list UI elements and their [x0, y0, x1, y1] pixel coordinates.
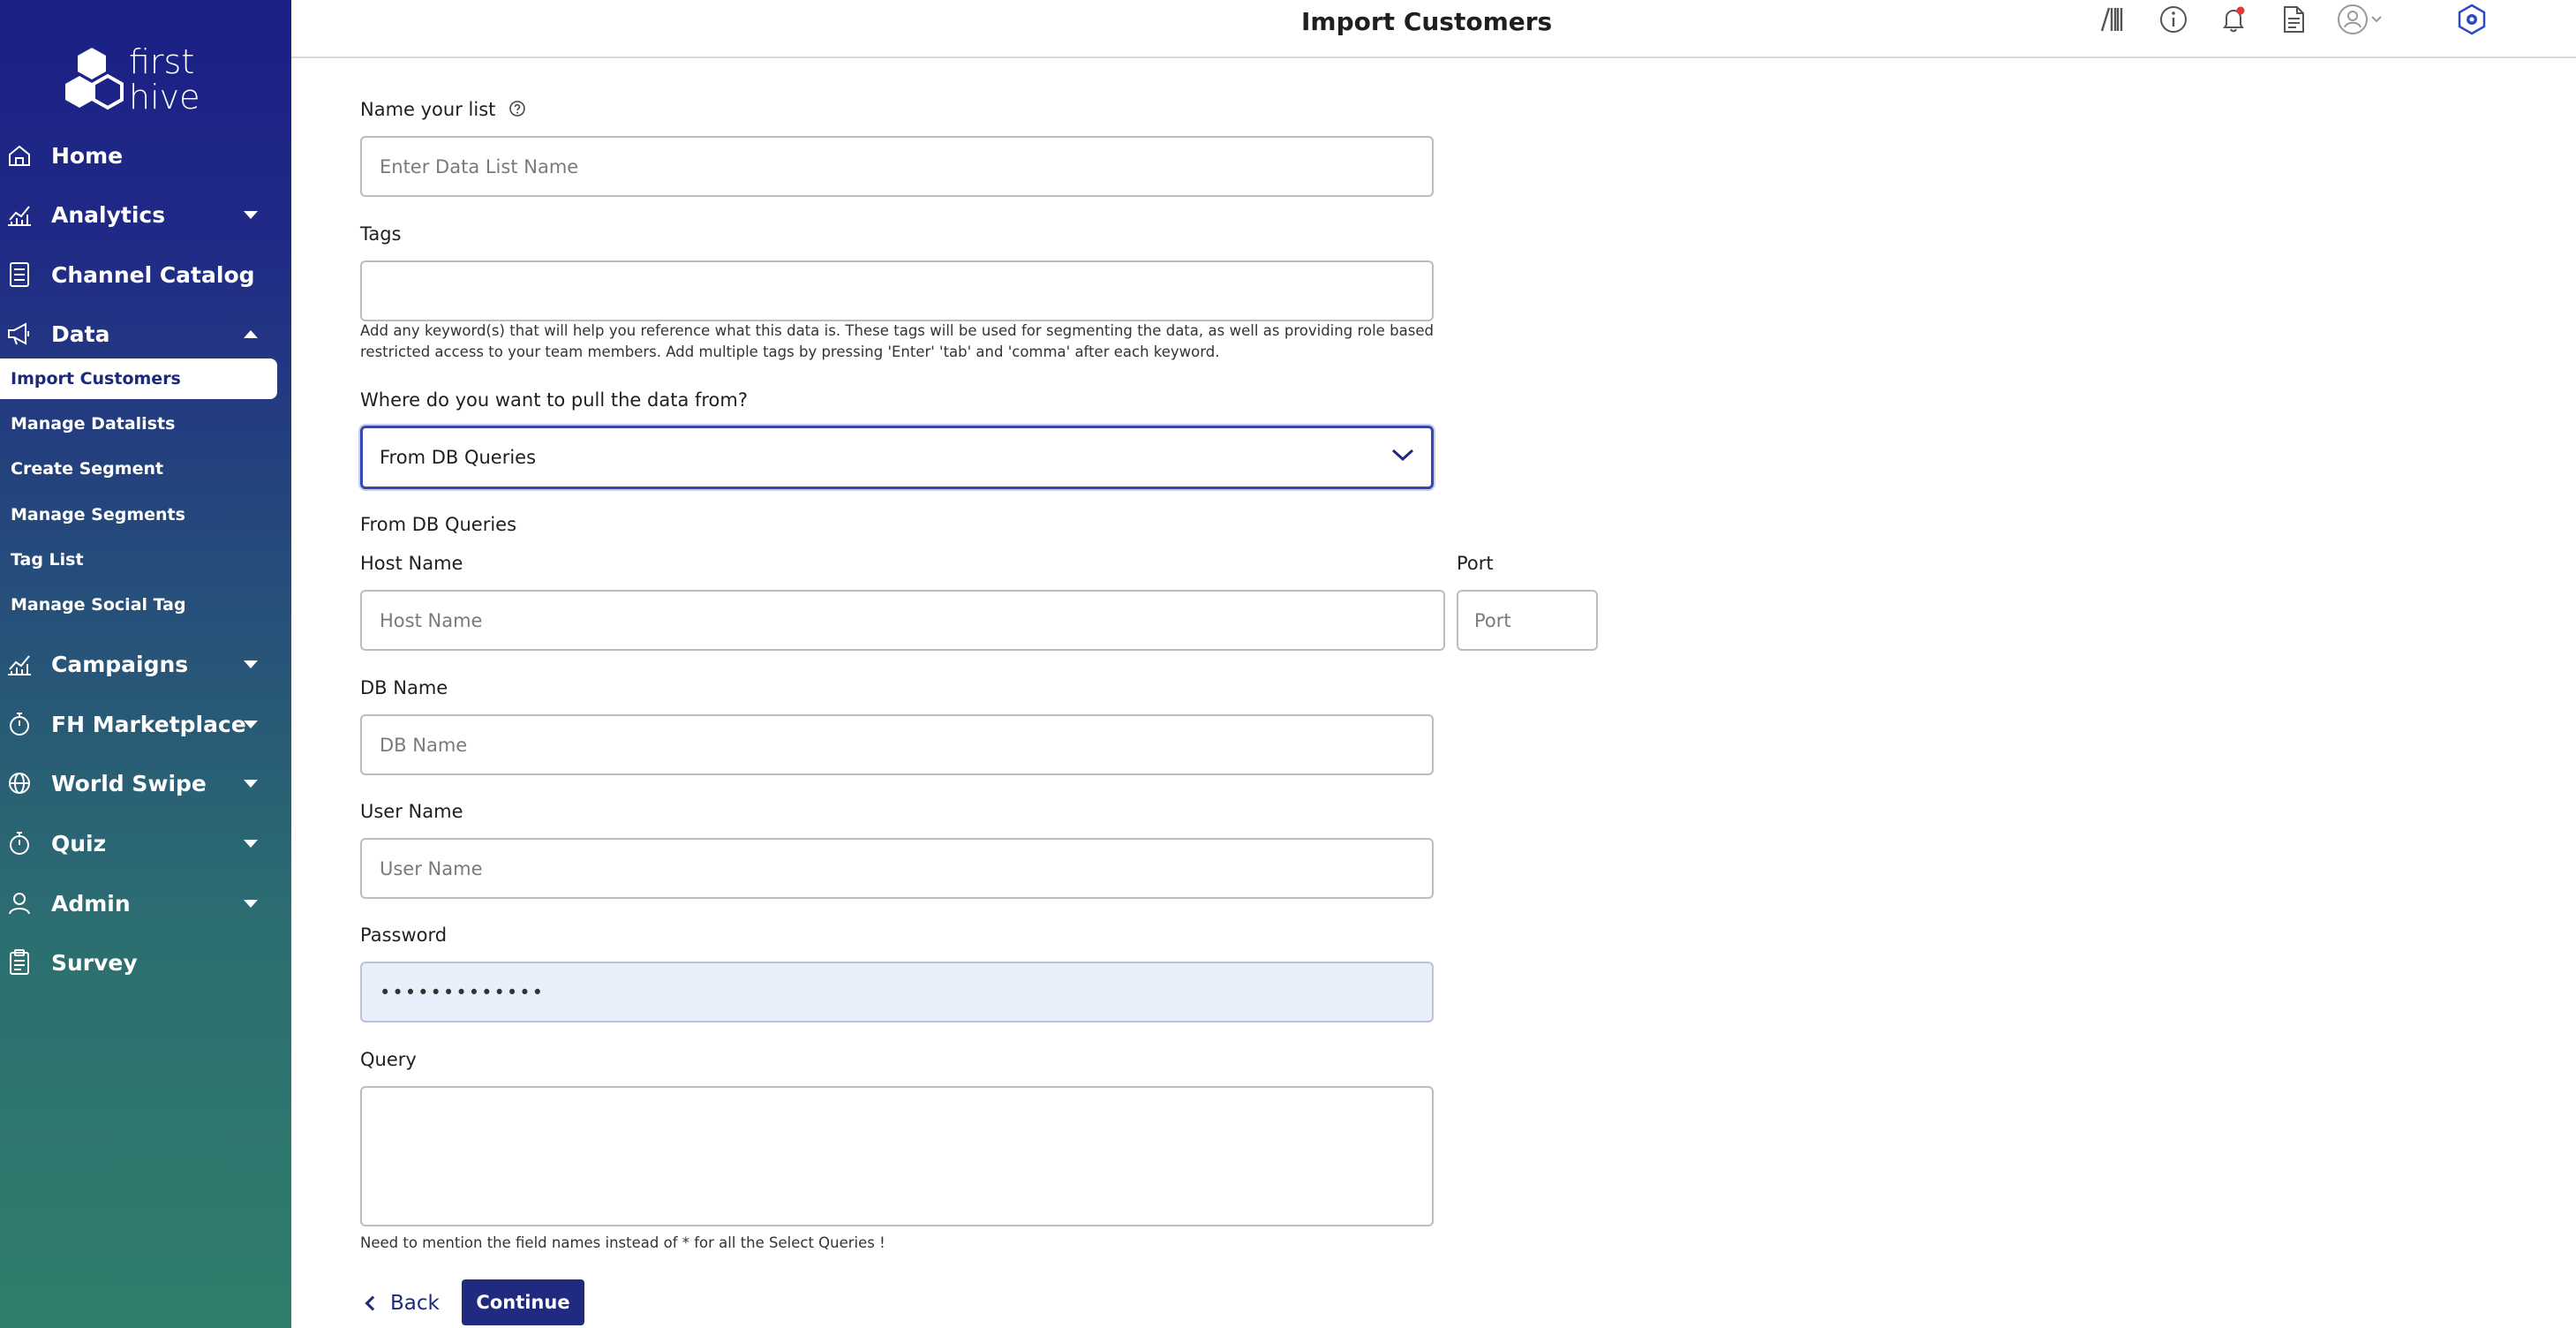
subnav-manage-segments[interactable]: Manage Segments [0, 494, 277, 535]
list-name-input[interactable] [360, 136, 1434, 197]
hexagon-logo-icon [65, 48, 124, 110]
user-icon [5, 889, 34, 917]
query-note: Need to mention the field names instead … [360, 1234, 885, 1251]
chevron-up-icon [244, 330, 258, 338]
nav-data-label: Data [51, 321, 110, 347]
chevron-down-icon [244, 660, 258, 668]
nav-survey[interactable]: Survey [0, 938, 291, 987]
nav-fh-marketplace[interactable]: FH Marketplace [0, 699, 291, 749]
chevron-down-icon [244, 900, 258, 908]
sidebar: first hive Home Analytics Channel Catalo… [0, 0, 291, 1328]
source-label: Where do you want to pull the data from? [360, 389, 749, 411]
settings-hexagon-icon[interactable] [2454, 2, 2489, 37]
help-circle-icon[interactable] [508, 100, 526, 117]
chevron-down-icon [244, 211, 258, 219]
source-select-value: From DB Queries [380, 447, 537, 468]
globe-icon [5, 769, 34, 797]
stopwatch-icon [5, 829, 34, 857]
barcode-icon[interactable] [2094, 2, 2129, 37]
logo-text-hive: hive [129, 78, 200, 117]
chevron-left-icon [365, 1295, 380, 1311]
clipboard-icon [5, 948, 34, 977]
source-select[interactable]: From DB Queries [360, 426, 1434, 489]
catalog-icon [5, 260, 34, 289]
user-avatar-menu[interactable] [2336, 2, 2389, 37]
chevron-down-icon [244, 721, 258, 728]
nav-data[interactable]: Data [0, 309, 291, 358]
nav-channel-catalog[interactable]: Channel Catalog [0, 250, 291, 299]
nav-campaigns-label: Campaigns [51, 651, 189, 677]
logo-text-first: first [129, 42, 195, 81]
firsthive-logo[interactable]: first hive [65, 42, 215, 122]
nav-home-label: Home [51, 142, 124, 169]
nav-analytics-label: Analytics [51, 201, 166, 228]
list-name-label: Name your list [360, 99, 526, 120]
megaphone-icon [5, 320, 34, 348]
nav-channel-catalog-label: Channel Catalog [51, 261, 255, 288]
tags-input[interactable] [360, 260, 1434, 321]
subnav-tag-list[interactable]: Tag List [0, 540, 277, 580]
top-bar: Import Customers [291, 0, 2576, 58]
nav-world-swipe[interactable]: World Swipe [0, 758, 291, 808]
chevron-down-icon [244, 780, 258, 788]
info-icon[interactable] [2156, 2, 2191, 37]
chevron-down-icon [1391, 449, 1414, 462]
tags-help-text: Add any keyword(s) that will help you re… [360, 322, 1434, 360]
db-name-label: DB Name [360, 677, 448, 698]
nav-campaigns[interactable]: Campaigns [0, 639, 291, 689]
document-icon[interactable] [2276, 2, 2311, 37]
query-textarea[interactable] [360, 1086, 1434, 1226]
chart-icon [5, 650, 34, 678]
nav-fh-marketplace-label: FH Marketplace [51, 711, 246, 737]
nav-world-swipe-label: World Swipe [51, 770, 207, 796]
nav-quiz[interactable]: Quiz [0, 819, 291, 868]
back-button[interactable]: Back [360, 1287, 440, 1319]
user-name-input[interactable] [360, 838, 1434, 899]
tags-label: Tags [360, 223, 402, 245]
page-title: Import Customers [1301, 7, 1553, 36]
nav-survey-label: Survey [51, 949, 138, 976]
port-label: Port [1457, 553, 1494, 574]
port-input[interactable] [1457, 590, 1598, 651]
list-name-label-text: Name your list [360, 99, 496, 120]
subnav-create-segment[interactable]: Create Segment [0, 449, 277, 489]
nav-analytics[interactable]: Analytics [0, 190, 291, 239]
chevron-down-icon [244, 840, 258, 848]
password-label: Password [360, 924, 448, 946]
section-title: From DB Queries [360, 514, 517, 535]
subnav-manage-datalists[interactable]: Manage Datalists [0, 404, 277, 444]
nav-admin-label: Admin [51, 890, 131, 917]
query-label: Query [360, 1049, 417, 1070]
nav-quiz-label: Quiz [51, 830, 107, 856]
db-name-input[interactable] [360, 714, 1434, 775]
notification-bell-icon[interactable] [2216, 2, 2251, 37]
nav-home[interactable]: Home [0, 131, 291, 180]
subnav-import-customers[interactable]: Import Customers [0, 358, 277, 399]
continue-button[interactable]: Continue [462, 1279, 584, 1325]
stopwatch-icon [5, 710, 34, 738]
home-icon [5, 141, 34, 170]
subnav-manage-social-tag[interactable]: Manage Social Tag [0, 585, 277, 625]
host-name-input[interactable] [360, 590, 1445, 651]
host-label: Host Name [360, 553, 463, 574]
back-button-label: Back [390, 1292, 440, 1315]
password-input[interactable] [360, 962, 1434, 1022]
nav-admin[interactable]: Admin [0, 879, 291, 928]
analytics-icon [5, 200, 34, 229]
user-name-label: User Name [360, 801, 463, 822]
